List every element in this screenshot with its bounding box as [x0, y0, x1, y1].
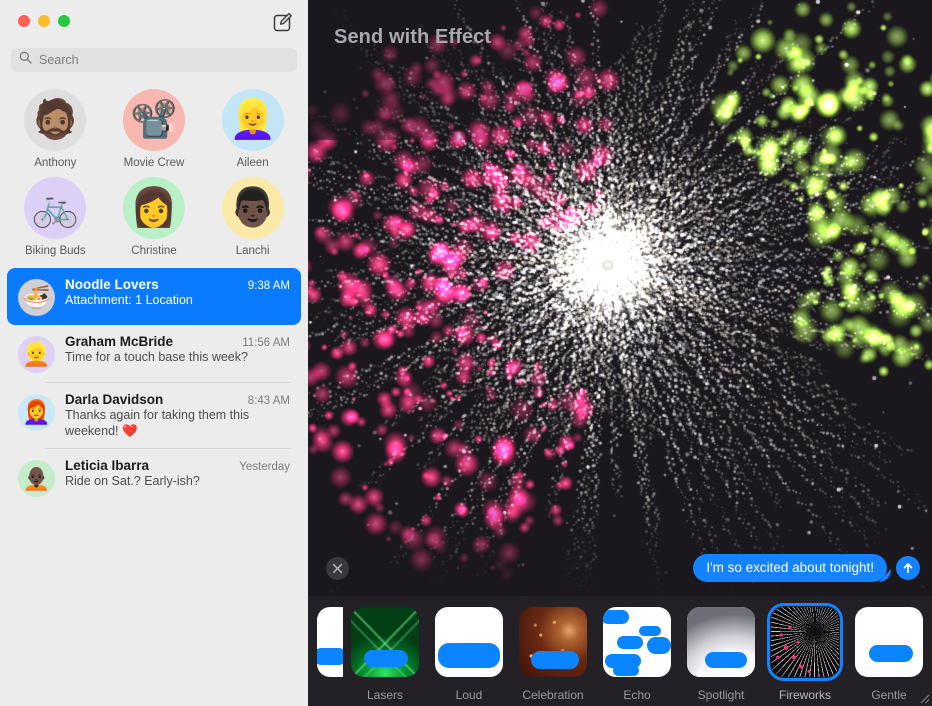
effect-label: Fireworks	[778, 688, 831, 702]
close-icon[interactable]	[326, 556, 349, 580]
conversation-name: Leticia Ibarra	[65, 458, 150, 474]
conversation-preview: Ride on Sat.? Early-ish?	[65, 474, 200, 489]
page-title: Send with Effect	[334, 26, 492, 48]
compose-icon[interactable]	[272, 11, 294, 33]
avatar: 👩	[122, 177, 185, 239]
conversation-body: Graham McBride 11:56 AM Time for a touch b…	[65, 334, 290, 373]
minimize-window-button[interactable]	[38, 15, 50, 27]
effect-preview-panel: Send with Effect I'm so excited about to…	[308, 0, 932, 706]
avatar: 🍜	[18, 279, 55, 316]
effect-label: Loud	[455, 688, 483, 702]
effect-option-lasers[interactable]: Lasers	[343, 607, 427, 702]
pinned-item[interactable]: 🧔🏽 Anthony	[6, 89, 105, 169]
conversation-row[interactable]: 👩‍🦰 Darla Davidson 8:43 AM Thanks again for…	[7, 383, 301, 448]
conversation-name: Graham McBride	[65, 334, 174, 349]
conversation-row[interactable]: 🧑🏿‍🦲 Leticia Ibarra Yesterday Ride on Sat.?…	[7, 449, 301, 506]
send-arrow-icon[interactable]	[896, 556, 920, 580]
effect-label: Gentle	[871, 688, 907, 702]
zoom-window-button[interactable]	[58, 15, 70, 27]
effect-thumbnail	[767, 603, 843, 681]
conversation-timestamp: Yesterday	[239, 461, 290, 474]
pinned-item-label: Anthony	[34, 157, 77, 169]
avatar: 👱‍♀️	[221, 89, 284, 151]
effect-label: Echo	[623, 688, 651, 702]
effect-option-fireworks[interactable]: Fireworks	[763, 603, 847, 702]
avatar: 🧔🏽	[24, 89, 87, 151]
pinned-item-label: Biking Buds	[24, 245, 86, 257]
effect-thumbnail	[435, 607, 503, 677]
sidebar: 🧔🏽 Anthony 📽️ Movie Crew 👱‍♀️ Aileen 🚲 Biking B…	[0, 0, 308, 706]
avatar: 🧑🏿‍🦲	[18, 460, 55, 498]
effect-label: Lasers	[366, 688, 404, 702]
conversation-timestamp: 8:43 AM	[247, 395, 290, 407]
pinned-item[interactable]: 🚲 Biking Buds	[6, 177, 105, 257]
resize-handle[interactable]	[917, 691, 930, 704]
pinned-item[interactable]: 📽️ Movie Crew	[105, 89, 204, 169]
conversation-timestamp: 11:56 AM	[242, 337, 290, 349]
conversation-row[interactable]: 👱 Graham McBride 11:56 AM Time for a touch …	[7, 325, 301, 382]
conversation-list: 🍜 Noodle Lovers 9:38 AM Attachment: 1 Locat…	[0, 268, 308, 506]
search-input[interactable]	[39, 53, 289, 67]
search-bar[interactable]	[11, 48, 297, 72]
conversation-header: Darla Davidson 8:43 AM	[65, 392, 290, 407]
conversation-header: Noodle Lovers 9:38 AM	[65, 277, 290, 292]
effect-option-spotlight[interactable]: Spotlight	[679, 607, 763, 702]
effect-thumbnail	[855, 607, 923, 677]
conversation-timestamp: 9:38 AM	[247, 280, 290, 292]
conversation-header: Leticia Ibarra Yesterday	[65, 458, 290, 473]
effect-thumbnail	[317, 607, 343, 677]
conversation-row[interactable]: 🍜 Noodle Lovers 9:38 AM Attachment: 1 Locat…	[7, 268, 301, 325]
effect-label: Spotlight	[697, 688, 745, 702]
effect-thumbnail	[603, 607, 671, 677]
conversation-name: Noodle Lovers	[65, 277, 159, 292]
search-icon	[19, 51, 32, 69]
pinned-item-label: Christine	[131, 245, 177, 257]
effect-thumbnail	[351, 607, 419, 677]
pinned-item[interactable]: 👨🏿 Lanchi	[203, 177, 302, 257]
effect-option-gentle[interactable]: Gentle	[847, 607, 931, 702]
titlebar	[0, 0, 308, 42]
pinned-item-label: Lanchi	[235, 245, 270, 257]
conversation-preview: Time for a touch base this week?	[65, 350, 248, 364]
messages-window: 🧔🏽 Anthony 📽️ Movie Crew 👱‍♀️ Aileen 🚲 Biking B…	[0, 0, 932, 706]
avatar: 👱	[18, 336, 55, 373]
effect-option-echo[interactable]: Echo	[595, 607, 679, 702]
conversation-name: Darla Davidson	[65, 392, 164, 407]
message-bubble: I'm so excited about tonight!	[693, 554, 887, 582]
conversation-body: Leticia Ibarra Yesterday Ride on Sat.? Ear…	[65, 458, 290, 497]
effect-option-loud[interactable]: Loud	[427, 607, 511, 702]
close-window-button[interactable]	[18, 15, 30, 27]
conversation-body: Darla Davidson 8:43 AM Thanks again for ta…	[65, 392, 290, 439]
effect-thumbnail	[519, 607, 587, 677]
pinned-item-label: Aileen	[236, 157, 269, 169]
pinned-item[interactable]: 👱‍♀️ Aileen	[203, 89, 302, 169]
conversation-preview: Attachment: 1 Location	[65, 293, 193, 307]
effects-picker[interactable]: Lasers Loud Celebration Echo Spotlight Firewo…	[308, 596, 932, 706]
pinned-item[interactable]: 👩 Christine	[105, 177, 204, 257]
conversation-header: Graham McBride 11:56 AM	[65, 334, 290, 349]
effect-label: Celebration	[522, 688, 584, 702]
conversation-body: Noodle Lovers 9:38 AM Attachment: 1 Locati…	[65, 277, 290, 316]
effect-thumbnail	[687, 607, 755, 677]
effect-option-partial[interactable]	[313, 607, 343, 677]
effect-option-celebration[interactable]: Celebration	[511, 607, 595, 702]
message-compose-row: I'm so excited about tonight!	[308, 550, 932, 586]
avatar: 👩‍🦰	[18, 394, 55, 431]
avatar: 📽️	[122, 89, 185, 151]
window-controls	[18, 15, 70, 27]
conversation-preview: Thanks again for taking them this weeken…	[65, 408, 250, 438]
pinned-item-label: Movie Crew	[123, 157, 185, 169]
avatar: 🚲	[24, 177, 87, 239]
pinned-conversations: 🧔🏽 Anthony 📽️ Movie Crew 👱‍♀️ Aileen 🚲 Biking B…	[0, 89, 308, 257]
avatar: 👨🏿	[221, 177, 284, 239]
